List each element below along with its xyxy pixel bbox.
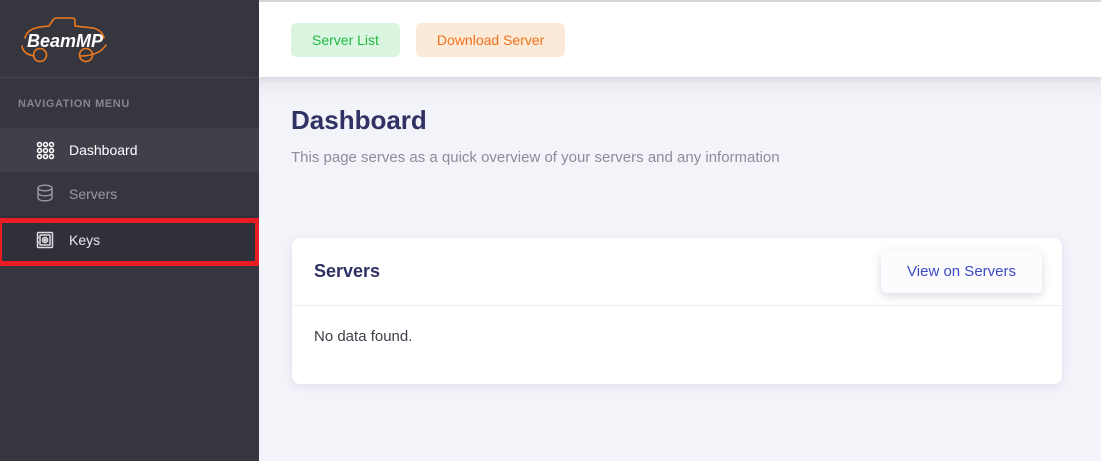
topbar: Server List Download Server (259, 0, 1101, 77)
sidebar: BeamMP NAVIGATION MENU Dashboard (0, 0, 259, 461)
servers-card-header: Servers View on Servers (292, 238, 1062, 306)
servers-card: Servers View on Servers No data found. (292, 238, 1062, 384)
page-title: Dashboard (291, 105, 427, 136)
grid-icon (35, 140, 55, 160)
beammp-logo[interactable]: BeamMP (0, 0, 259, 78)
download-server-button[interactable]: Download Server (416, 23, 565, 57)
server-list-button[interactable]: Server List (291, 23, 400, 57)
logo-text: BeamMP (27, 31, 104, 51)
main-content: Dashboard This page serves as a quick ov… (259, 77, 1101, 461)
sidebar-item-label: Dashboard (69, 142, 138, 158)
nav-section-label: NAVIGATION MENU (18, 98, 259, 128)
database-icon (35, 184, 55, 204)
empty-message: No data found. (314, 328, 412, 345)
servers-card-title: Servers (314, 261, 380, 282)
view-on-servers-button[interactable]: View on Servers (881, 250, 1042, 293)
sidebar-item-keys[interactable]: Keys (0, 216, 259, 264)
safe-icon (35, 230, 55, 250)
servers-card-body: No data found. (292, 306, 1062, 367)
sidebar-item-label: Servers (69, 186, 117, 202)
nav-menu: Dashboard Servers (0, 128, 259, 264)
beammp-truck-logo-icon: BeamMP (16, 13, 116, 65)
sidebar-item-servers[interactable]: Servers (0, 172, 259, 216)
page-subtitle: This page serves as a quick overview of … (291, 149, 780, 166)
app-window: BeamMP NAVIGATION MENU Dashboard (0, 0, 1101, 461)
sidebar-item-dashboard[interactable]: Dashboard (0, 128, 259, 172)
sidebar-item-label: Keys (69, 232, 100, 248)
